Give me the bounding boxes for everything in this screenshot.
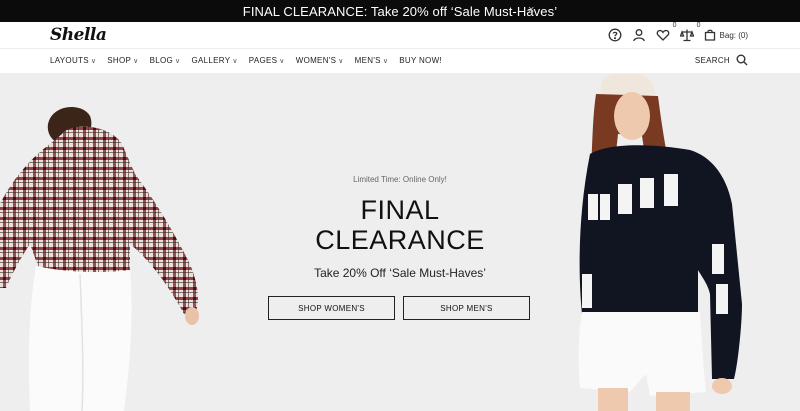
wishlist-count: 0 (672, 22, 677, 29)
nav-item-label: SHOP (107, 56, 132, 65)
announcement-text: FINAL CLEARANCE: Take 20% off ‘Sale Must… (242, 3, 558, 19)
bag-icon (704, 29, 715, 41)
nav-item-gallery[interactable]: GALLERY ∨ (191, 56, 237, 65)
nav-item-pages[interactable]: PAGES ∨ (249, 56, 285, 65)
nav-item-label: GALLERY (191, 56, 231, 65)
hero-copy: Limited Time: Online Only! FINAL CLEARAN… (250, 74, 550, 411)
nav-item-blog[interactable]: BLOG ∨ (150, 56, 181, 65)
compare-count: 0 (696, 22, 701, 29)
chevron-down-icon: ∨ (175, 57, 181, 65)
nav-item-label: WOMEN'S (295, 56, 337, 65)
nav-item-layouts[interactable]: LAYOUTS ∨ (50, 56, 96, 65)
nav-menu: LAYOUTS ∨ SHOP ∨ BLOG ∨ GALLERY ∨ PAGES ∨ WOM… (50, 56, 442, 65)
hero-banner: Limited Time: Online Only! FINAL CLEARAN… (0, 74, 800, 411)
hero-subheadline: Take 20% Off ‘Sale Must-Haves’ (314, 266, 486, 280)
nav-item-mens[interactable]: MEN'S ∨ (355, 56, 389, 65)
help-icon[interactable] (608, 28, 622, 42)
user-icon[interactable] (632, 28, 646, 42)
chevron-down-icon: ∨ (279, 57, 285, 65)
main-nav: LAYOUTS ∨ SHOP ∨ BLOG ∨ GALLERY ∨ PAGES ∨ WOM… (0, 49, 800, 74)
logo[interactable]: Shella (50, 25, 107, 45)
chevron-down-icon: ∨ (382, 57, 389, 65)
chevron-down-icon: ∨ (338, 57, 344, 65)
hero-kicker: Limited Time: Online Only! (353, 175, 447, 184)
nav-item-womens[interactable]: WOMEN'S ∨ (296, 56, 344, 65)
search-label: SEARCH (694, 55, 730, 65)
hero-headline-line2: CLEARANCE (315, 225, 485, 255)
shop-mens-button[interactable]: SHOP MEN'S (403, 296, 530, 320)
hero-headline: FINAL CLEARANCE (250, 195, 550, 255)
nav-item-label: BLOG (149, 56, 174, 65)
hero-buttons: SHOP WOMEN'S SHOP MEN'S (268, 296, 530, 320)
header-icons: 0 0 Bag: (0) (608, 22, 748, 42)
search-button[interactable]: SEARCH (695, 54, 748, 66)
close-icon[interactable]: × (528, 4, 534, 16)
hero-headline-line1: FINAL (360, 195, 440, 225)
bag-button[interactable]: Bag: (0) (704, 29, 748, 41)
nav-item-label: LAYOUTS (50, 56, 89, 65)
announcement-bar: FINAL CLEARANCE: Take 20% off ‘Sale Must… (0, 0, 800, 22)
nav-item-label: PAGES (248, 56, 278, 65)
chevron-down-icon: ∨ (90, 57, 97, 65)
compare-icon[interactable]: 0 (679, 22, 701, 42)
site-header: Shella 0 0 Bag: (0) (0, 22, 800, 49)
hero-image-left (0, 106, 199, 411)
chevron-down-icon: ∨ (133, 57, 139, 65)
chevron-down-icon: ∨ (232, 57, 238, 65)
nav-item-label: BUY NOW! (399, 56, 442, 65)
search-icon (736, 54, 748, 66)
bag-label: Bag: (0) (719, 30, 748, 40)
nav-item-buy-now[interactable]: BUY NOW! (399, 56, 442, 65)
shop-womens-button[interactable]: SHOP WOMEN'S (268, 296, 395, 320)
nav-item-label: MEN'S (354, 56, 381, 65)
heart-icon[interactable]: 0 (656, 22, 677, 42)
hero-image-right (578, 74, 742, 411)
nav-item-shop[interactable]: SHOP ∨ (107, 56, 138, 65)
